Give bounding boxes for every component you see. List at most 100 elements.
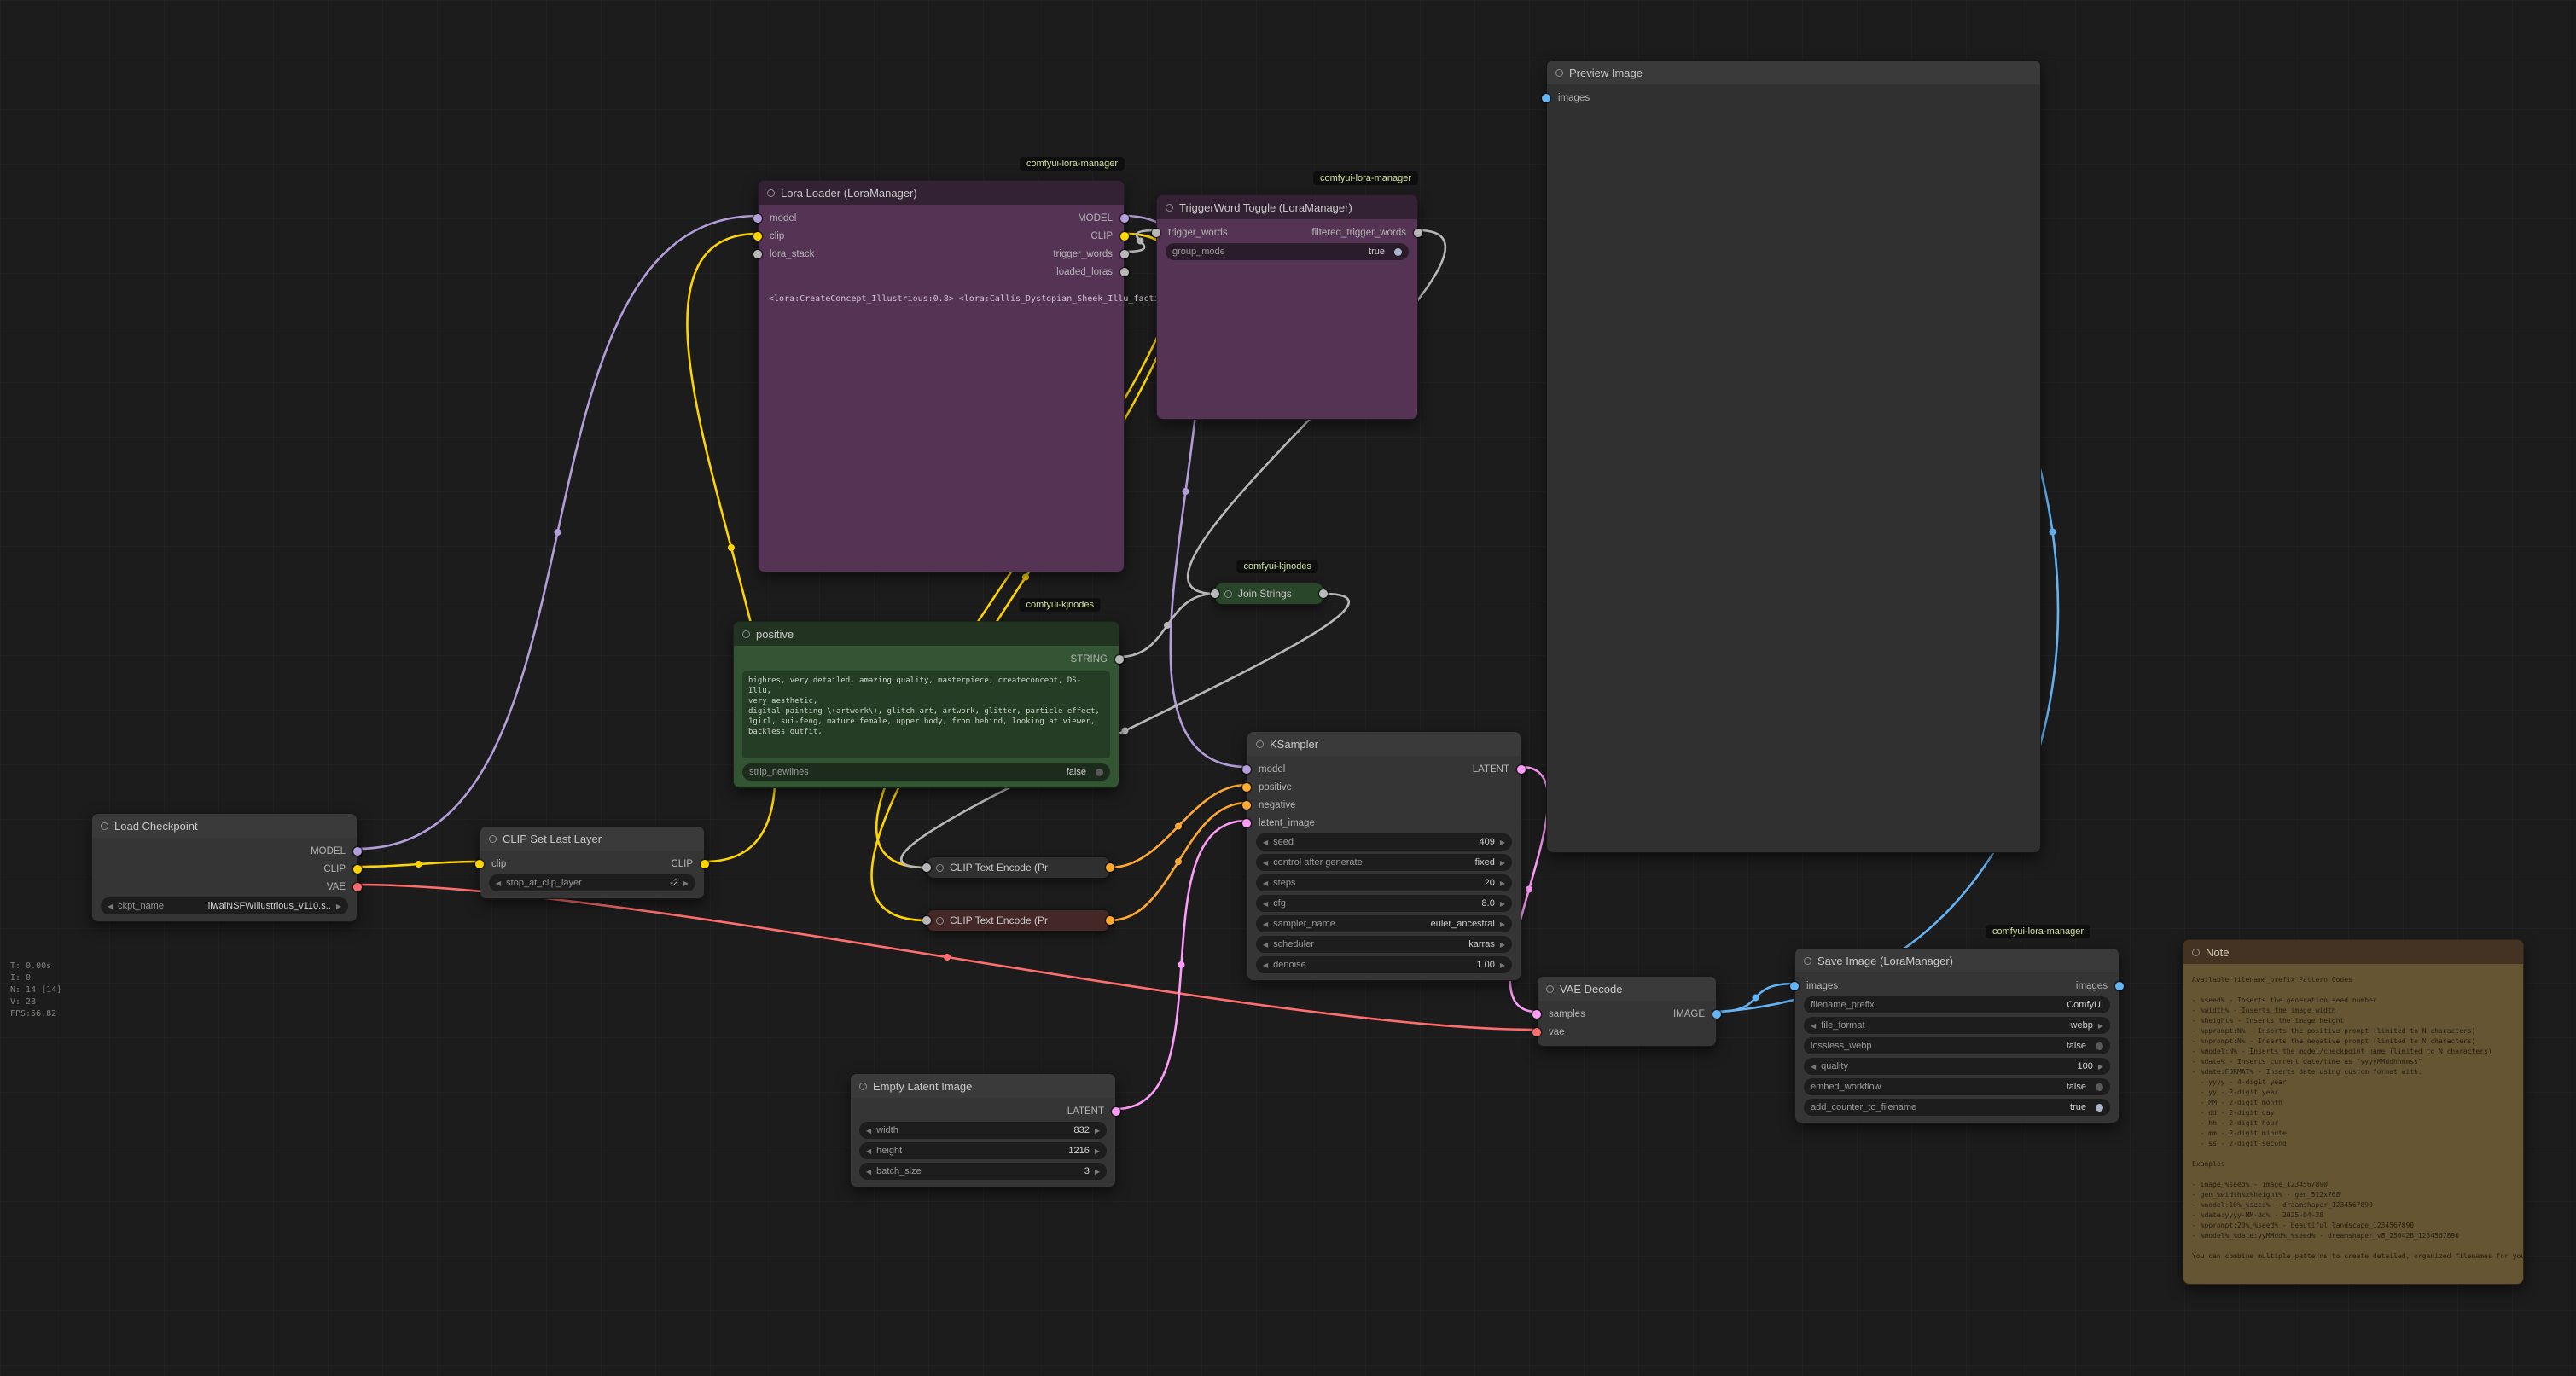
increment-arrow-icon[interactable]: ▶ — [683, 880, 689, 887]
node-note[interactable]: Note Available filename_prefix Pattern C… — [2183, 939, 2524, 1285]
width-widget[interactable]: ◀ width 832 ▶ — [859, 1122, 1107, 1139]
ckpt-name-widget[interactable]: ◀ ckpt_name ilwaiNSFWIllustrious_v110.s.… — [101, 897, 348, 914]
quality-widget[interactable]: ◀ quality 100 ▶ — [1804, 1058, 2110, 1075]
node-header[interactable]: Preview Image — [1547, 61, 2040, 84]
increment-arrow-icon[interactable]: ▶ — [1500, 900, 1505, 908]
output-port-clip[interactable] — [353, 865, 362, 874]
collapse-dot-icon[interactable] — [1804, 957, 1811, 965]
decrement-arrow-icon[interactable]: ◀ — [1263, 941, 1268, 949]
increment-arrow-icon[interactable]: ▶ — [336, 903, 341, 910]
output-port-latent[interactable] — [1112, 1107, 1120, 1116]
increment-arrow-icon[interactable]: ▶ — [2098, 1022, 2103, 1030]
input-port-vae[interactable] — [1532, 1028, 1541, 1036]
output-port-conditioning[interactable] — [1106, 916, 1114, 925]
toggle-knob-icon[interactable] — [1394, 248, 1402, 256]
increment-arrow-icon[interactable]: ▶ — [1500, 941, 1505, 949]
decrement-arrow-icon[interactable]: ◀ — [866, 1168, 871, 1176]
strip-newlines-toggle[interactable]: strip_newlines false — [742, 763, 1110, 781]
input-port-model[interactable] — [1242, 765, 1251, 774]
input-port-clip[interactable] — [475, 860, 484, 868]
increment-arrow-icon[interactable]: ▶ — [1500, 839, 1505, 846]
node-header[interactable]: Save Image (LoraManager) — [1795, 949, 2119, 972]
steps-widget[interactable]: ◀ steps 20 ▶ — [1256, 874, 1512, 891]
decrement-arrow-icon[interactable]: ◀ — [1263, 900, 1268, 908]
decrement-arrow-icon[interactable]: ◀ — [1263, 880, 1268, 887]
collapse-dot-icon[interactable] — [489, 835, 497, 843]
toggle-knob-icon[interactable] — [2096, 1083, 2103, 1091]
toggle-knob-icon[interactable] — [1096, 769, 1103, 776]
output-port-images[interactable] — [2115, 982, 2124, 990]
prompt-textarea[interactable]: highres, very detailed, amazing quality,… — [742, 671, 1110, 758]
node-header[interactable]: Empty Latent Image — [851, 1074, 1115, 1098]
collapse-dot-icon[interactable] — [101, 822, 108, 830]
denoise-widget[interactable]: ◀ denoise 1.00 ▶ — [1256, 956, 1512, 973]
collapse-dot-icon[interactable] — [1546, 985, 1554, 993]
input-port-clip[interactable] — [753, 232, 762, 241]
output-port-filtered-trigger-words[interactable] — [1414, 229, 1422, 237]
collapse-dot-icon[interactable] — [1166, 204, 1173, 212]
input-port-negative[interactable] — [1242, 801, 1251, 810]
output-port-latent[interactable] — [1517, 765, 1526, 774]
collapse-dot-icon[interactable] — [1224, 590, 1232, 598]
output-port-image[interactable] — [1712, 1010, 1721, 1019]
batch-size-widget[interactable]: ◀ batch_size 3 ▶ — [859, 1163, 1107, 1180]
input-port-positive[interactable] — [1242, 783, 1251, 792]
decrement-arrow-icon[interactable]: ◀ — [108, 903, 113, 910]
collapse-dot-icon[interactable] — [1555, 69, 1563, 77]
add-counter-to-filename-toggle[interactable]: add_counter_to_filename true — [1804, 1099, 2110, 1116]
lossless-webp-toggle[interactable]: lossless_webp false — [1804, 1037, 2110, 1054]
node-header[interactable]: Lora Loader (LoraManager) — [759, 181, 1124, 205]
node-clip-text-encode-positive[interactable]: CLIP Text Encode (Pr — [927, 856, 1110, 879]
node-lora-loader[interactable]: Lora Loader (LoraManager) model MODEL cl… — [758, 180, 1125, 572]
file-format-widget[interactable]: ◀ file_format webp ▶ — [1804, 1017, 2110, 1034]
decrement-arrow-icon[interactable]: ◀ — [1811, 1022, 1816, 1030]
input-port-images[interactable] — [1790, 982, 1799, 990]
output-port-trigger-words[interactable] — [1120, 250, 1129, 258]
input-port-trigger-words[interactable] — [1152, 229, 1160, 237]
collapse-dot-icon[interactable] — [936, 864, 944, 872]
node-header[interactable]: Load Checkpoint — [92, 814, 357, 838]
output-port-clip[interactable] — [701, 860, 709, 868]
input-port-latent-image[interactable] — [1242, 819, 1251, 827]
node-clip-text-encode-negative[interactable]: CLIP Text Encode (Pr — [927, 909, 1110, 932]
filename-prefix-field[interactable]: filename_prefix ComfyUI — [1804, 996, 2110, 1013]
output-port-string[interactable] — [1115, 655, 1124, 664]
input-port-strings[interactable] — [1211, 589, 1219, 598]
node-header[interactable]: positive — [734, 622, 1119, 646]
output-port-clip[interactable] — [1120, 232, 1129, 241]
collapse-dot-icon[interactable] — [742, 630, 750, 638]
lora-syntax-text[interactable]: <lora:CreateConcept_Illustrious:0.8> <lo… — [759, 294, 1124, 304]
input-port-collapsed[interactable] — [922, 916, 931, 925]
decrement-arrow-icon[interactable]: ◀ — [496, 880, 501, 887]
node-ksampler[interactable]: KSampler model LATENT positive negative … — [1247, 731, 1521, 981]
increment-arrow-icon[interactable]: ▶ — [1500, 859, 1505, 867]
output-port-loaded-loras[interactable] — [1120, 268, 1129, 276]
input-port-samples[interactable] — [1532, 1010, 1541, 1019]
node-join-strings[interactable]: Join Strings — [1215, 583, 1323, 605]
node-graph-canvas[interactable]: T: 0.00s I: 0 N: 14 [14] V: 28 FPS:56.82… — [0, 0, 2576, 1376]
collapse-dot-icon[interactable] — [936, 917, 944, 925]
node-load-checkpoint[interactable]: Load Checkpoint MODEL CLIP VAE ◀ ckpt_na… — [91, 813, 358, 922]
scheduler-widget[interactable]: ◀ scheduler karras ▶ — [1256, 936, 1512, 953]
increment-arrow-icon[interactable]: ▶ — [1500, 920, 1505, 928]
decrement-arrow-icon[interactable]: ◀ — [1811, 1063, 1816, 1071]
seed-widget[interactable]: ◀ seed 409 ▶ — [1256, 833, 1512, 851]
node-header[interactable]: TriggerWord Toggle (LoraManager) — [1157, 195, 1417, 219]
decrement-arrow-icon[interactable]: ◀ — [1263, 859, 1268, 867]
increment-arrow-icon[interactable]: ▶ — [1500, 961, 1505, 969]
cfg-widget[interactable]: ◀ cfg 8.0 ▶ — [1256, 895, 1512, 912]
node-header[interactable]: CLIP Set Last Layer — [480, 827, 704, 851]
input-port-collapsed[interactable] — [922, 863, 931, 872]
toggle-knob-icon[interactable] — [2096, 1104, 2103, 1112]
decrement-arrow-icon[interactable]: ◀ — [866, 1127, 871, 1135]
collapse-dot-icon[interactable] — [1256, 740, 1264, 748]
node-empty-latent-image[interactable]: Empty Latent Image LATENT ◀ width 832 ▶ … — [850, 1073, 1116, 1187]
stop-at-clip-layer-widget[interactable]: ◀ stop_at_clip_layer -2 ▶ — [489, 874, 695, 891]
node-header[interactable]: Note — [2183, 940, 2523, 964]
node-preview-image[interactable]: Preview Image images — [1546, 60, 2041, 853]
output-port-model[interactable] — [1120, 214, 1129, 223]
output-port-conditioning[interactable] — [1106, 863, 1114, 872]
increment-arrow-icon[interactable]: ▶ — [1095, 1147, 1100, 1155]
group-mode-toggle[interactable]: group_mode true — [1166, 243, 1409, 260]
node-header[interactable]: KSampler — [1247, 732, 1521, 756]
